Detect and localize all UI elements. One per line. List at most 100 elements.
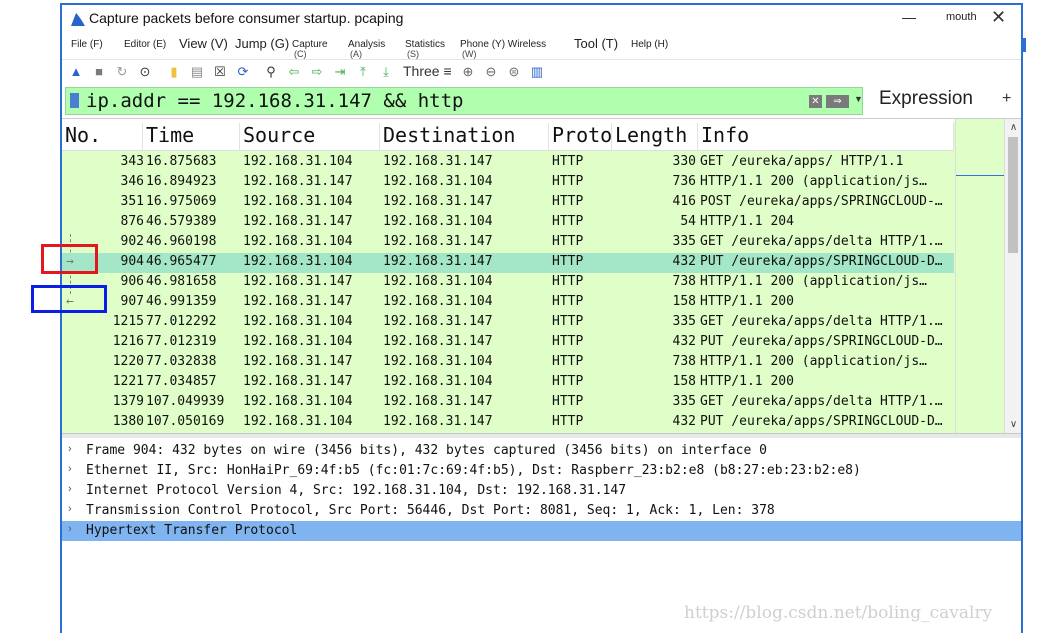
first-icon[interactable]: ⤒ <box>355 64 371 80</box>
packet-row[interactable]: ← 907 46.991359 192.168.31.147 192.168.31.10… <box>62 293 954 313</box>
reload-icon[interactable]: ⟳ <box>235 64 251 80</box>
display-filter-input[interactable]: ip.addr == 192.168.31.147 && http ✕ ⇒ ▼ <box>65 87 863 115</box>
packet-src-cell: 192.168.31.147 <box>243 374 353 389</box>
packet-dst-cell: 192.168.31.147 <box>383 414 493 429</box>
stop-icon[interactable]: ■ <box>91 64 107 80</box>
packet-src-cell: 192.168.31.104 <box>243 334 353 349</box>
close-file-icon[interactable]: ☒ <box>212 64 228 80</box>
wireshark-fin-icon <box>71 13 85 26</box>
packet-list[interactable]: No.TimeSourceDestinationProtocolLengthIn… <box>62 118 1021 434</box>
packet-dst-cell: 192.168.31.104 <box>383 174 493 189</box>
packet-row[interactable]: 1379 107.049939 192.168.31.104 192.168.31.1… <box>62 393 954 413</box>
title-bar: Capture packets before consumer startup.… <box>62 5 1021 33</box>
clear-filter-icon[interactable]: ✕ <box>809 95 822 108</box>
packet-row[interactable]: 1380 107.050169 192.168.31.104 192.168.31.1… <box>62 413 954 433</box>
find-icon[interactable]: ⚲ <box>263 64 279 80</box>
filter-history-dropdown-icon[interactable]: ▼ <box>854 94 863 104</box>
column-header-protocol[interactable]: Protocol <box>549 123 612 150</box>
expand-chevron-icon[interactable]: › <box>68 523 72 535</box>
menu-item-view[interactable]: View (V) <box>179 36 228 51</box>
packet-row[interactable]: 876 46.579389 192.168.31.147 192.168.31.104… <box>62 213 954 233</box>
packet-row[interactable]: → 904 46.965477 192.168.31.104 192.168.31.14… <box>62 253 954 273</box>
back-icon[interactable]: ⇦ <box>286 64 302 80</box>
menu-bar: File (F) Editor (E) View (V) Jump (G) Captur… <box>62 33 1021 59</box>
goto-icon[interactable]: ⇥ <box>332 64 348 80</box>
expand-chevron-icon[interactable]: › <box>68 443 72 455</box>
menu-item-tool[interactable]: Tool (T) <box>574 36 618 51</box>
detail-tree-row[interactable]: › Internet Protocol Version 4, Src: 192.1… <box>62 481 1021 501</box>
packet-proto-cell: HTTP <box>552 194 584 209</box>
packet-proto-cell: HTTP <box>552 334 584 349</box>
expand-chevron-icon[interactable]: › <box>68 503 72 515</box>
apply-filter-icon[interactable]: ⇒ <box>826 95 849 108</box>
packet-row[interactable]: 1221 77.034857 192.168.31.147 192.168.31.10… <box>62 373 954 393</box>
packet-no-cell: 902 <box>120 234 144 249</box>
toolbar-three-item[interactable]: Three ≡ <box>403 63 452 79</box>
detail-text: Internet Protocol Version 4, Src: 192.16… <box>86 483 627 498</box>
zoom-in-icon[interactable]: ⊕ <box>460 64 476 80</box>
packet-no-cell: 906 <box>120 274 144 289</box>
packet-row[interactable]: 346 16.894923 192.168.31.147 192.168.31.104… <box>62 173 954 193</box>
packet-row[interactable]: 902 46.960198 192.168.31.104 192.168.31.147… <box>62 233 954 253</box>
column-header-no[interactable]: No. <box>62 123 143 150</box>
restart-icon[interactable]: ↻ <box>114 64 130 80</box>
packet-len-cell: 335 <box>672 314 696 329</box>
packet-src-cell: 192.168.31.147 <box>243 294 353 309</box>
packet-src-cell: 192.168.31.147 <box>243 174 353 189</box>
detail-tree-row[interactable]: › Transmission Control Protocol, Src Port… <box>62 501 1021 521</box>
packet-info-cell: PUT /eureka/apps/SPRINGCLOUD-D… <box>700 254 943 269</box>
zoom-out-icon[interactable]: ⊖ <box>483 64 499 80</box>
column-header-source[interactable]: Source <box>240 123 380 150</box>
packet-dst-cell: 192.168.31.104 <box>383 274 493 289</box>
menu-accelerator: (A) <box>350 49 362 59</box>
packet-row[interactable]: 343 16.875683 192.168.31.104 192.168.31.147… <box>62 153 954 173</box>
packet-proto-cell: HTTP <box>552 374 584 389</box>
scroll-up-icon[interactable]: ∧ <box>1005 121 1021 135</box>
packet-dst-cell: 192.168.31.104 <box>383 294 493 309</box>
zoom-normal-icon[interactable]: ⊜ <box>506 64 522 80</box>
close-button[interactable]: ✕ <box>991 7 1006 28</box>
packet-proto-cell: HTTP <box>552 174 584 189</box>
packet-row[interactable]: 1216 77.012319 192.168.31.104 192.168.31.14… <box>62 333 954 353</box>
menu-item-jump[interactable]: Jump (G) <box>235 36 289 51</box>
menu-item-help[interactable]: Help (H) <box>631 39 668 50</box>
packet-row[interactable]: 906 46.981658 192.168.31.147 192.168.31.104… <box>62 273 954 293</box>
column-header-info[interactable]: Info <box>698 123 954 150</box>
packet-list-scrollbar[interactable]: ∧ ∨ <box>1004 119 1021 434</box>
packet-proto-cell: HTTP <box>552 394 584 409</box>
menu-item-file[interactable]: File (F) <box>71 39 103 50</box>
detail-tree-row[interactable]: › Hypertext Transfer Protocol <box>62 521 1021 541</box>
save-file-icon[interactable]: ▤ <box>189 64 205 80</box>
packet-no-cell: 1215 <box>112 314 144 329</box>
detail-tree-row[interactable]: › Frame 904: 432 bytes on wire (3456 bits… <box>62 441 1021 461</box>
expand-chevron-icon[interactable]: › <box>68 483 72 495</box>
detail-tree-row[interactable]: › Ethernet II, Src: HonHaiPr_69:4f:b5 (fc… <box>62 461 1021 481</box>
packet-no-cell: 1216 <box>112 334 144 349</box>
packet-src-cell: 192.168.31.104 <box>243 414 353 429</box>
packet-row[interactable]: 351 16.975069 192.168.31.104 192.168.31.147… <box>62 193 954 213</box>
forward-icon[interactable]: ⇨ <box>309 64 325 80</box>
column-header-length[interactable]: Length <box>612 123 698 150</box>
minimize-button[interactable]: — <box>902 9 916 25</box>
open-file-icon[interactable]: ▮ <box>166 64 182 80</box>
scroll-thumb[interactable] <box>1008 137 1018 253</box>
packet-row[interactable]: 1215 77.012292 192.168.31.104 192.168.31.14… <box>62 313 954 333</box>
filter-bookmark-icon[interactable] <box>70 93 79 108</box>
last-icon[interactable]: ⤓ <box>378 64 394 80</box>
column-header-destination[interactable]: Destination <box>380 123 549 150</box>
display-filter-value[interactable]: ip.addr == 192.168.31.147 && http <box>86 90 464 112</box>
expression-button[interactable]: Expression <box>879 88 973 110</box>
expand-chevron-icon[interactable]: › <box>68 463 72 475</box>
resize-columns-icon[interactable]: ▥ <box>529 64 545 80</box>
scroll-down-icon[interactable]: ∨ <box>1005 418 1021 432</box>
shark-fin-start-icon[interactable]: ▲ <box>68 64 84 80</box>
add-filter-button[interactable]: + <box>1002 90 1011 108</box>
packet-minimap[interactable] <box>955 119 1004 434</box>
packet-no-cell: 1379 <box>112 394 144 409</box>
packet-len-cell: 738 <box>672 274 696 289</box>
packet-row[interactable]: 1220 77.032838 192.168.31.147 192.168.31.10… <box>62 353 954 373</box>
packet-proto-cell: HTTP <box>552 154 584 169</box>
menu-item-editor[interactable]: Editor (E) <box>124 39 166 50</box>
column-header-time[interactable]: Time <box>143 123 240 150</box>
options-icon[interactable]: ⊙ <box>137 64 153 80</box>
